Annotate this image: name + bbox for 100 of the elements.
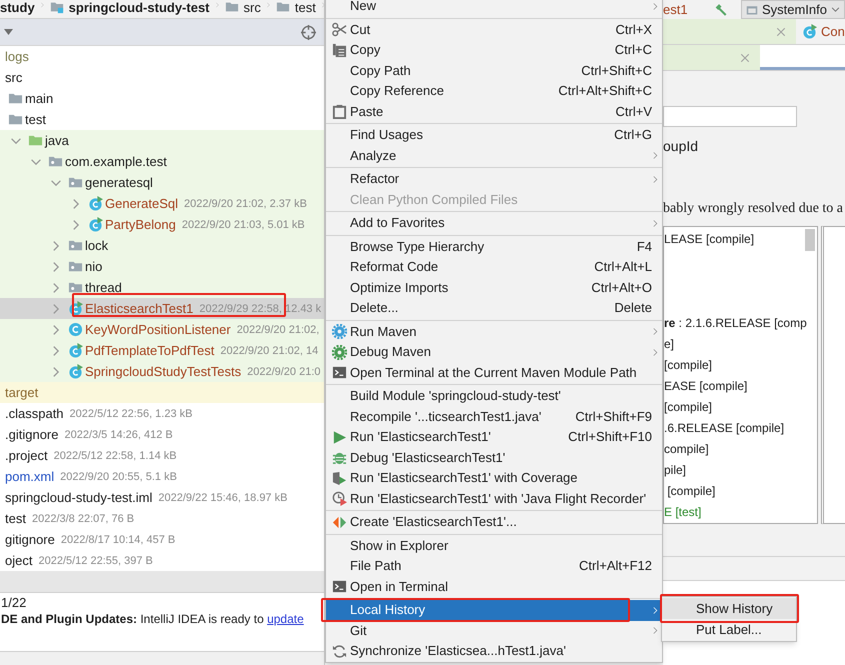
- chevron-right-icon[interactable]: [51, 346, 61, 356]
- tree-item-label[interactable]: oject: [5, 552, 32, 568]
- tree-row[interactable]: com.example.test: [0, 151, 324, 172]
- tree-item-label[interactable]: gitignore: [5, 532, 55, 548]
- menu-item[interactable]: New: [326, 0, 662, 16]
- breadcrumb-item[interactable]: test: [294, 0, 316, 15]
- update-link[interactable]: update: [267, 612, 304, 626]
- menu-item[interactable]: Reformat Code Ctrl+Alt+L: [326, 257, 662, 278]
- tree-item-label[interactable]: test: [5, 510, 26, 526]
- menu-item[interactable]: Show History: [662, 598, 796, 619]
- tree-row[interactable]: KeyWordPositionListener 2022/9/20 21:02,: [0, 319, 324, 340]
- tree-item-label[interactable]: .classpath: [5, 406, 64, 422]
- chevron-right-icon[interactable]: [51, 262, 61, 272]
- tree-item-label[interactable]: SpringcloudStudyTestTests: [85, 364, 242, 380]
- tree-item-label[interactable]: nio: [85, 258, 102, 274]
- tree-item-label[interactable]: .project: [5, 448, 48, 464]
- tree-item-label[interactable]: target: [5, 384, 38, 400]
- tree-item-label[interactable]: com.example.test: [65, 154, 167, 170]
- menu-item[interactable]: Add to Favorites: [326, 213, 662, 234]
- menu-item[interactable]: Browse Type Hierarchy F4: [326, 236, 662, 257]
- crosshair-icon[interactable]: [301, 24, 316, 40]
- menu-item[interactable]: Git: [326, 620, 662, 641]
- menu-item[interactable]: Local History: [326, 600, 662, 620]
- tree-row[interactable]: lock: [0, 235, 324, 256]
- breadcrumb-item[interactable]: springcloud-study-test: [68, 0, 210, 15]
- menu-item[interactable]: Recompile '...ticsearchTest1.java' Ctrl+Shift+F9: [326, 406, 662, 427]
- menu-item[interactable]: Paste Ctrl+V: [326, 102, 662, 122]
- close-icon[interactable]: [740, 52, 750, 62]
- tree-row[interactable]: target: [0, 382, 324, 403]
- menu-item[interactable]: Open Terminal at the Current Maven Module Path: [326, 362, 662, 383]
- menu-item[interactable]: Delete... Delete: [326, 298, 662, 318]
- tree-item-label[interactable]: java: [45, 132, 69, 148]
- class-icon: [88, 217, 103, 232]
- tree-row[interactable]: GenerateSql 2022/9/20 21:02, 2.37 kB: [0, 193, 324, 214]
- tree-item-label[interactable]: thread: [85, 280, 122, 296]
- menu-item[interactable]: Run 'ElasticsearchTest1' Ctrl+Shift+F10: [326, 427, 662, 448]
- text-field[interactable]: [663, 106, 797, 127]
- chevron-down-icon[interactable]: [51, 178, 61, 188]
- chevron-right-icon[interactable]: [51, 366, 61, 376]
- tree-row[interactable]: SpringcloudStudyTestTests 2022/9/20 21:0: [0, 361, 324, 382]
- hammer-icon[interactable]: [714, 2, 727, 18]
- menu-item[interactable]: Copy Ctrl+C: [326, 40, 662, 60]
- editor-tab[interactable]: [760, 45, 845, 70]
- tree-row[interactable]: ElasticsearchTest1 2022/9/29 22:58, 12.43 k: [0, 298, 324, 319]
- menu-item[interactable]: Run 'ElasticsearchTest1' with Coverage: [326, 468, 662, 488]
- tree-item-label[interactable]: springcloud-study-test.iml: [5, 490, 152, 506]
- tree-row[interactable]: PartyBelong 2022/9/20 21:03, 5.01 kB: [0, 214, 324, 235]
- dropdown-caret-icon[interactable]: [4, 29, 13, 35]
- tree-row[interactable]: PdfTemplateToPdfTest 2022/9/20 21:02, 14: [0, 340, 324, 361]
- menu-item[interactable]: Copy Reference Ctrl+Alt+Shift+C: [326, 81, 662, 102]
- dependency-line: .6.RELEASE [compile]: [664, 420, 786, 437]
- breadcrumb-item[interactable]: src: [244, 0, 261, 15]
- menu-item[interactable]: Refactor: [326, 169, 662, 190]
- tree-row[interactable]: thread: [0, 277, 324, 298]
- menu-item[interactable]: Open in Terminal: [326, 576, 662, 597]
- close-icon[interactable]: [776, 26, 786, 36]
- menu-item[interactable]: File Path Ctrl+Alt+F12: [326, 556, 662, 576]
- tab-label[interactable]: est1: [663, 2, 688, 17]
- tree-item-label[interactable]: PdfTemplateToPdfTest: [85, 342, 214, 358]
- tree-item-label[interactable]: GenerateSql: [105, 196, 178, 212]
- tree-item-label[interactable]: .gitignore: [5, 426, 58, 442]
- tree-item-label[interactable]: KeyWordPositionListener: [85, 322, 231, 338]
- chevron-right-icon[interactable]: [51, 304, 61, 314]
- chevron-right-icon[interactable]: [71, 220, 81, 230]
- menu-item[interactable]: Put Label...: [662, 619, 796, 640]
- tree-item-label[interactable]: main: [25, 90, 54, 106]
- tree-item-label[interactable]: test: [25, 112, 46, 128]
- tree-item-label[interactable]: generatesql: [85, 174, 153, 190]
- tree-item-label[interactable]: src: [5, 70, 22, 86]
- menu-item[interactable]: Create 'ElasticsearchTest1'...: [326, 512, 662, 532]
- tree-row[interactable]: nio: [0, 256, 324, 277]
- menu-item[interactable]: Cut Ctrl+X: [326, 20, 662, 40]
- tree-item-label[interactable]: ElasticsearchTest1: [85, 300, 194, 316]
- chevron-down-icon[interactable]: [31, 156, 41, 166]
- tree-row[interactable]: java: [0, 130, 324, 151]
- menu-item[interactable]: Build Module 'springcloud-study-test': [326, 386, 662, 406]
- chevron-right-icon[interactable]: [51, 282, 61, 292]
- chevron-right-icon[interactable]: [71, 198, 81, 208]
- menu-item[interactable]: Run 'ElasticsearchTest1' with 'Java Flight Recorder': [326, 488, 662, 509]
- menu-item[interactable]: Optimize Imports Ctrl+Alt+O: [326, 278, 662, 298]
- chevron-down-icon[interactable]: [11, 136, 21, 146]
- chevron-right-icon[interactable]: [51, 324, 61, 334]
- tree-item-label[interactable]: pom.xml: [5, 468, 54, 484]
- shortcut-label: Ctrl+V: [616, 104, 652, 120]
- chevron-right-icon[interactable]: [51, 240, 61, 250]
- scrollbar-thumb[interactable]: [805, 229, 815, 251]
- menu-item[interactable]: Synchronize 'Elasticsea...hTest1.java': [326, 641, 662, 662]
- tree-row[interactable]: generatesql: [0, 172, 324, 193]
- breadcrumb-item[interactable]: study: [0, 0, 35, 15]
- menu-item[interactable]: Show in Explorer: [326, 536, 662, 556]
- menu-item[interactable]: Debug Maven: [326, 342, 662, 362]
- menu-item[interactable]: Run Maven: [326, 322, 662, 342]
- tree-item-label[interactable]: lock: [85, 238, 108, 254]
- menu-item[interactable]: Debug 'ElasticsearchTest1': [326, 448, 662, 468]
- tree-item-label[interactable]: PartyBelong: [105, 216, 176, 232]
- run-config-dropdown[interactable]: SystemInfo: [740, 0, 845, 19]
- tree-item-label[interactable]: logs: [5, 48, 29, 64]
- menu-item[interactable]: Analyze: [326, 146, 662, 166]
- menu-item[interactable]: Find Usages Ctrl+G: [326, 125, 662, 146]
- menu-item[interactable]: Copy Path Ctrl+Shift+C: [326, 60, 662, 81]
